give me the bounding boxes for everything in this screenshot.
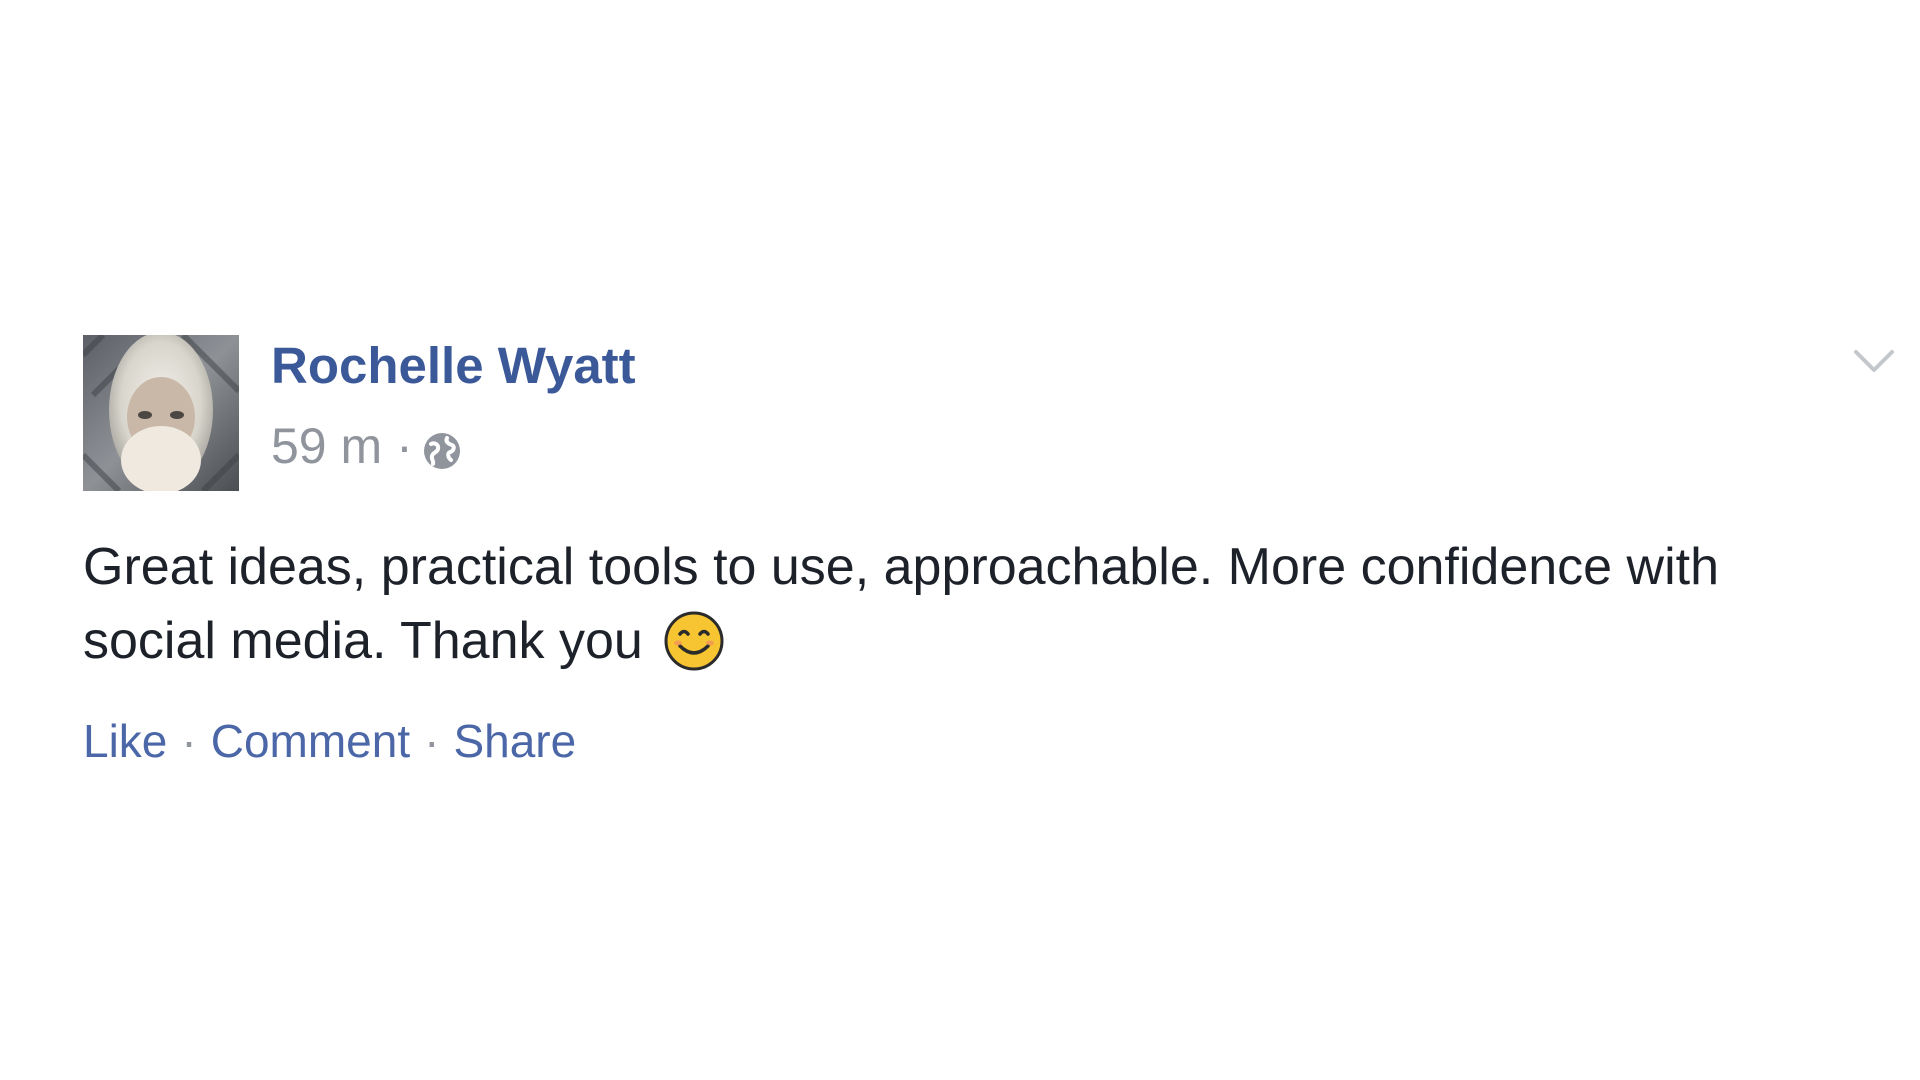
post-message: Great ideas, practical tools to use, app…: [83, 538, 1720, 670]
avatar[interactable]: [83, 335, 239, 491]
comment-link[interactable]: Comment: [211, 718, 410, 764]
globe-icon[interactable]: [421, 430, 463, 472]
timestamp[interactable]: 59 m: [271, 421, 382, 471]
meta-separator: ·: [396, 418, 413, 474]
post-meta: 59 m ·: [271, 420, 463, 472]
action-separator: ·: [181, 715, 197, 767]
chevron-down-icon[interactable]: [1852, 346, 1896, 376]
author-name[interactable]: Rochelle Wyatt: [271, 340, 636, 391]
post-actions: Like · Comment · Share: [83, 718, 576, 764]
smiling-face-emoji: [663, 610, 725, 672]
post-text: Great ideas, practical tools to use, app…: [83, 530, 1863, 678]
action-separator: ·: [424, 715, 440, 767]
share-link[interactable]: Share: [453, 718, 576, 764]
facebook-post: Rochelle Wyatt 59 m · Great ideas, pract…: [0, 0, 1920, 1080]
avatar-image: [83, 335, 239, 491]
like-link[interactable]: Like: [83, 718, 167, 764]
